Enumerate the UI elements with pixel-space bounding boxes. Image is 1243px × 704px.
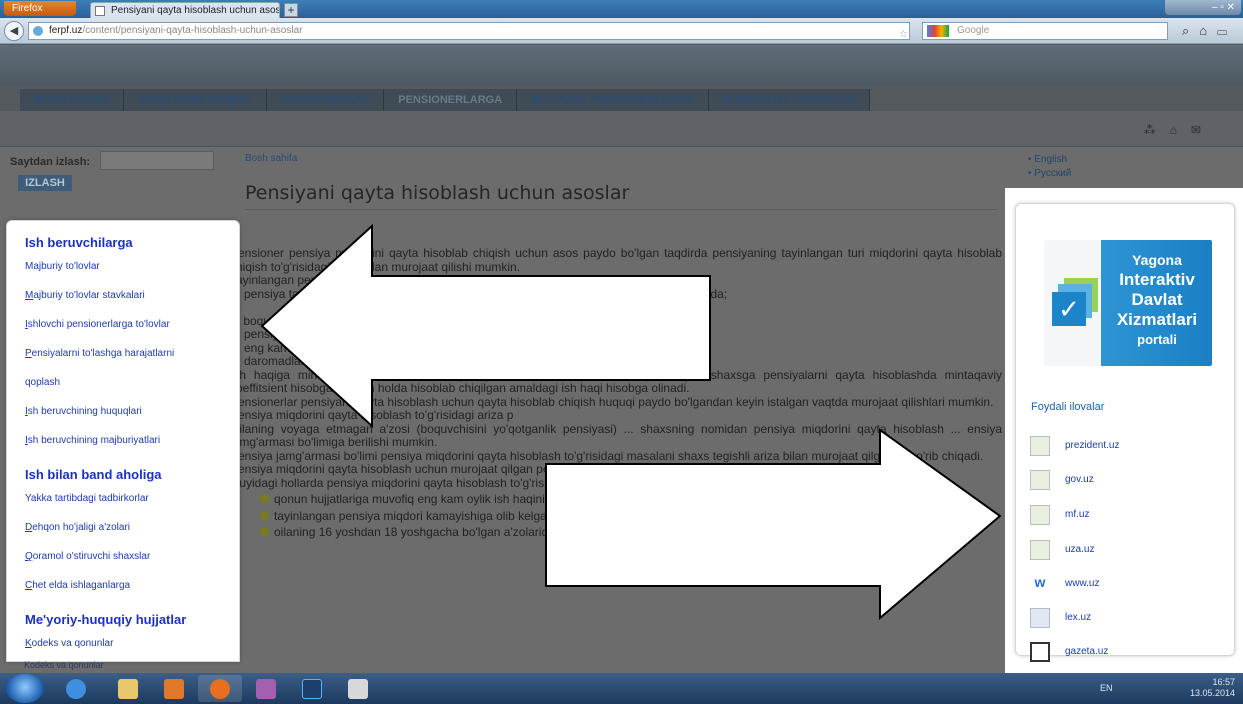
firefox-icon[interactable] <box>198 675 242 702</box>
windows-taskbar: EN 16:57 13.05.2014 <box>0 673 1243 704</box>
internet-explorer-icon[interactable] <box>54 675 98 702</box>
start-button-icon[interactable] <box>6 674 44 703</box>
photoshop-icon[interactable] <box>290 675 334 702</box>
system-clock[interactable]: 16:57 13.05.2014 <box>1190 677 1235 699</box>
right-arrow-icon <box>545 428 1002 621</box>
file-explorer-icon[interactable] <box>106 675 150 702</box>
media-player-icon[interactable] <box>152 675 196 702</box>
floppy-disk-icon[interactable] <box>336 675 380 702</box>
left-arrow-icon <box>260 223 711 429</box>
keyboard-language[interactable]: EN <box>1100 683 1113 693</box>
mail-app-icon[interactable] <box>244 675 288 702</box>
annotation-arrows <box>260 223 1002 621</box>
